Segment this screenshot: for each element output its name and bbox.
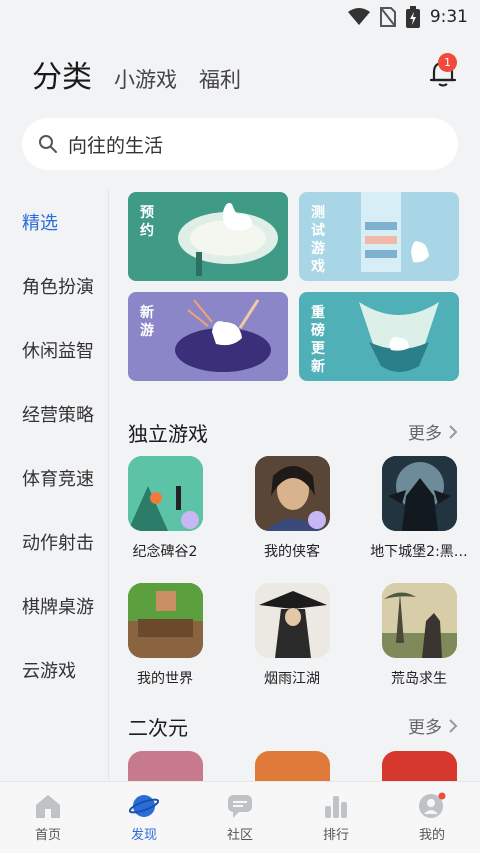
search-placeholder: 向往的生活: [68, 134, 164, 157]
tab-category[interactable]: 分类: [32, 52, 92, 96]
game-name: 荒岛求生: [391, 671, 447, 687]
game-icon-anime-2[interactable]: [255, 751, 330, 781]
section-title-indie: 独立游戏: [128, 422, 208, 446]
banner-new-games[interactable]: 新游: [128, 292, 288, 381]
game-item[interactable]: 纪念碑谷2: [110, 456, 220, 561]
tab-community[interactable]: 社区: [192, 782, 288, 853]
sidebar-item-cloud[interactable]: 云游戏: [0, 638, 108, 702]
tab-label: 排行: [322, 828, 349, 843]
game-name: 烟雨江湖: [264, 671, 320, 687]
game-icon-dungeon-castle: [381, 456, 457, 531]
tab-label: 我的: [418, 828, 445, 843]
game-icon-island-survival: [381, 583, 457, 658]
banner-label: 新游: [140, 305, 154, 339]
no-sim-icon: [379, 7, 396, 27]
bar-chart-icon: [325, 796, 347, 818]
tab-label: 社区: [226, 828, 253, 843]
banner-label: 预约: [140, 205, 154, 239]
sidebar-item-action[interactable]: 动作射击: [0, 510, 108, 574]
banner-label: 测试游戏: [311, 205, 325, 275]
section-title-anime: 二次元: [128, 716, 188, 740]
sidebar-item-rpg[interactable]: 角色扮演: [0, 254, 108, 318]
game-icon-my-hero: [254, 456, 330, 531]
game-icon-monument-valley: [127, 456, 203, 531]
clock: 9:31: [429, 7, 468, 27]
home-icon: [36, 795, 60, 818]
more-button-anime[interactable]: 更多: [408, 713, 458, 738]
banner-testing[interactable]: 测试游戏: [299, 192, 459, 281]
sidebar-item-board[interactable]: 棋牌桌游: [0, 574, 108, 638]
more-label: 更多: [408, 424, 442, 444]
game-icon-anime-1[interactable]: [128, 751, 203, 781]
game-name: 纪念碑谷2: [132, 544, 198, 560]
tab-profile[interactable]: 我的: [384, 782, 480, 853]
game-name: 我的世界: [137, 671, 193, 687]
sidebar-divider: [108, 190, 109, 780]
game-item[interactable]: 荒岛求生: [364, 583, 474, 688]
game-item[interactable]: 我的侠客: [237, 456, 347, 561]
category-sidebar: 精选 角色扮演 休闲益智 经营策略 体育竞速 动作射击 棋牌桌游 云游戏: [0, 190, 108, 702]
search-bar[interactable]: 向往的生活: [22, 118, 458, 170]
sidebar-item-featured[interactable]: 精选: [0, 190, 108, 254]
sidebar-item-strategy[interactable]: 经营策略: [0, 382, 108, 446]
banner-label: 重磅更新: [311, 305, 325, 375]
game-name: 我的侠客: [264, 544, 320, 560]
chevron-right-icon: [449, 718, 458, 733]
banner-reserve[interactable]: 预约: [128, 192, 288, 281]
notification-badge: 1: [438, 53, 457, 72]
sidebar-item-sports[interactable]: 体育竞速: [0, 446, 108, 510]
game-item[interactable]: 烟雨江湖: [237, 583, 347, 688]
notification-button[interactable]: 1: [428, 53, 458, 88]
game-icon-anime-3[interactable]: [382, 751, 457, 781]
chevron-right-icon: [449, 424, 458, 439]
banner-major-update[interactable]: 重磅更新: [299, 292, 459, 381]
game-item[interactable]: 地下城堡2:黑…: [364, 456, 474, 561]
planet-icon: [129, 795, 159, 817]
bottom-tab-bar: 首页 发现 社区 排行 我的: [0, 781, 480, 853]
tab-label: 发现: [130, 828, 157, 843]
more-label: 更多: [408, 718, 442, 738]
search-icon: [39, 135, 57, 153]
wifi-icon: [347, 8, 370, 25]
battery-icon: [405, 6, 420, 28]
top-nav: 分类 小游戏 福利: [32, 52, 263, 96]
game-icon-misty-jianghu: [254, 583, 330, 658]
tab-discover[interactable]: 发现: [96, 782, 192, 853]
tab-label: 首页: [34, 828, 61, 843]
tab-mini-games[interactable]: 小游戏: [114, 64, 177, 94]
status-bar: 9:31: [0, 0, 480, 34]
tab-ranking[interactable]: 排行: [288, 782, 384, 853]
game-icon-minecraft: [127, 583, 203, 658]
game-item[interactable]: 我的世界: [110, 583, 220, 688]
sidebar-item-casual[interactable]: 休闲益智: [0, 318, 108, 382]
tab-home[interactable]: 首页: [0, 782, 96, 853]
chat-icon: [228, 795, 252, 818]
tab-welfare[interactable]: 福利: [199, 64, 241, 94]
more-button-indie[interactable]: 更多: [408, 419, 458, 444]
game-name: 地下城堡2:黑…: [370, 544, 468, 560]
avatar-icon: [419, 792, 446, 818]
